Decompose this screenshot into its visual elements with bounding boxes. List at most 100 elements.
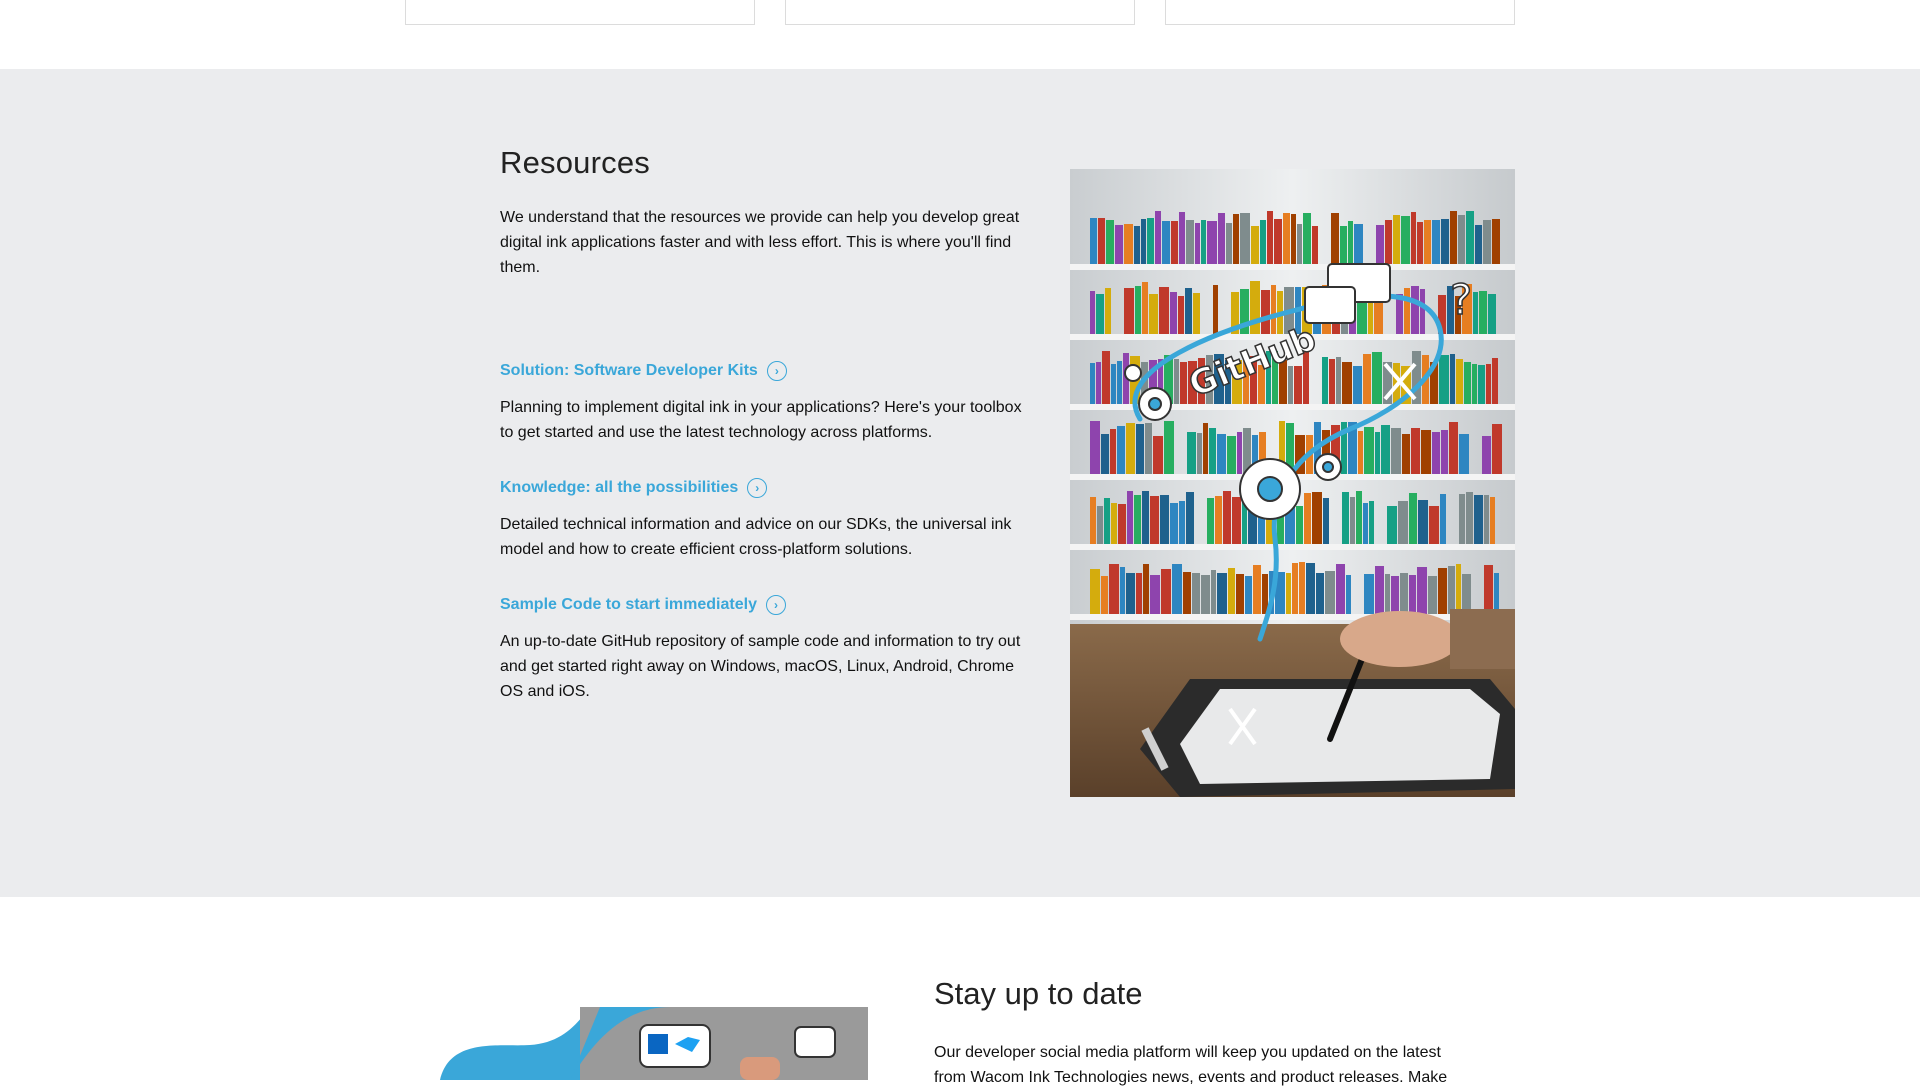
book-spine	[1162, 221, 1170, 264]
book-spine	[1135, 286, 1141, 334]
book-spine	[1331, 213, 1339, 264]
chevron-right-circle-icon[interactable]: ›	[747, 478, 768, 498]
book-spine	[1227, 436, 1236, 474]
book-spine	[1120, 567, 1125, 614]
chevron-right-circle-icon[interactable]: ›	[766, 361, 787, 381]
book-spine	[1145, 423, 1152, 474]
book-spine	[1251, 226, 1259, 264]
book-spine	[1160, 495, 1169, 544]
book-spine	[1228, 568, 1235, 614]
book-spine	[1096, 294, 1104, 334]
book-spine	[1316, 573, 1324, 614]
book-spine	[1296, 506, 1303, 544]
book-spine	[1283, 213, 1290, 264]
book-spine	[1134, 495, 1141, 544]
book-spine	[1170, 292, 1177, 334]
book-spine	[1195, 223, 1200, 264]
book-spine	[1439, 355, 1449, 404]
book-spine	[1364, 427, 1374, 474]
book-spine	[1141, 219, 1146, 264]
book-spine	[1304, 493, 1311, 544]
top-card[interactable]	[1165, 0, 1515, 25]
book-spine	[1192, 573, 1200, 614]
book-spine	[1178, 296, 1184, 334]
book-spine	[1325, 571, 1335, 614]
book-spine	[1288, 366, 1293, 404]
book-spine	[1118, 504, 1126, 544]
book-spine	[1155, 211, 1161, 264]
top-card[interactable]	[405, 0, 755, 25]
book-spine	[1098, 218, 1105, 264]
book-spine	[1492, 358, 1498, 404]
book-spine	[1450, 354, 1455, 404]
book-spine	[1207, 498, 1214, 544]
book-spine	[1097, 506, 1103, 544]
book-spine	[1393, 215, 1400, 264]
book-spine	[1429, 506, 1439, 544]
book-spine	[1179, 212, 1185, 264]
book-spine	[1106, 220, 1114, 264]
top-card[interactable]	[785, 0, 1135, 25]
book-spine	[1375, 566, 1384, 614]
knowledge-link[interactable]: Knowledge: all the possibilities ›	[500, 478, 1040, 498]
stay-title: Stay up to date	[934, 976, 1143, 1011]
book-spine	[1150, 496, 1159, 544]
book-spine	[1456, 359, 1463, 404]
shelf-board	[1070, 264, 1515, 270]
book-spine	[1201, 220, 1206, 264]
book-spine	[1149, 294, 1158, 334]
stay-up-to-date-section: Stay up to date Our developer social med…	[0, 897, 1920, 1086]
book-spine	[1336, 357, 1341, 404]
book-spine	[1402, 434, 1410, 474]
book-spine	[1292, 563, 1298, 614]
book-spine	[1159, 287, 1169, 334]
book-spine	[1482, 436, 1491, 474]
knowledge-description: Detailed technical information and advic…	[500, 516, 1012, 558]
book-spine	[1486, 364, 1491, 404]
book-spine	[1417, 567, 1427, 614]
book-spine	[1323, 498, 1329, 544]
book-spine	[1090, 421, 1100, 474]
book-spine	[1488, 294, 1496, 334]
book-spine	[1213, 285, 1218, 334]
knowledge-link-label: Knowledge: all the possibilities	[500, 479, 739, 496]
book-spine	[1418, 500, 1428, 544]
book-spine	[1134, 226, 1140, 264]
book-spine	[1111, 364, 1116, 404]
sample-code-link[interactable]: Sample Code to start immediately ›	[500, 595, 1040, 615]
book-spine	[1164, 421, 1174, 474]
book-spine	[1385, 574, 1390, 614]
book-spine	[1260, 220, 1266, 264]
book-spine	[1253, 565, 1261, 614]
book-spine	[1217, 434, 1226, 474]
linkedin-icon	[639, 1024, 711, 1068]
book-spine	[1291, 214, 1296, 264]
book-spine	[1299, 562, 1305, 614]
book-spine	[1211, 570, 1216, 614]
sdk-link[interactable]: Solution: Software Developer Kits ›	[500, 361, 1040, 381]
book-spine	[1150, 575, 1160, 614]
book-spine	[1096, 362, 1101, 404]
book-spine	[1274, 219, 1282, 264]
book-spine	[1207, 221, 1217, 264]
book-spine	[1117, 361, 1122, 404]
book-spine	[1474, 495, 1483, 544]
chevron-right-circle-icon[interactable]: ›	[765, 595, 786, 615]
book-spine	[1440, 494, 1446, 544]
book-spine	[1183, 572, 1191, 614]
book-spine	[1340, 226, 1347, 264]
book-spine	[1411, 286, 1419, 334]
book-spine	[1233, 214, 1239, 264]
book-spine	[1483, 220, 1491, 264]
social-media-illustration	[440, 1007, 868, 1080]
book-spine	[1479, 291, 1487, 334]
book-spine	[1484, 565, 1493, 614]
resources-section: Resources We understand that the resourc…	[0, 69, 1920, 897]
book-spine	[1232, 497, 1241, 544]
book-spine	[1376, 225, 1384, 264]
book-spine	[1090, 497, 1096, 544]
sample-code-description: An up-to-date GitHub repository of sampl…	[500, 633, 1021, 700]
book-spine	[1464, 362, 1471, 404]
book-spine	[1136, 424, 1144, 474]
book-spine	[1245, 576, 1252, 614]
